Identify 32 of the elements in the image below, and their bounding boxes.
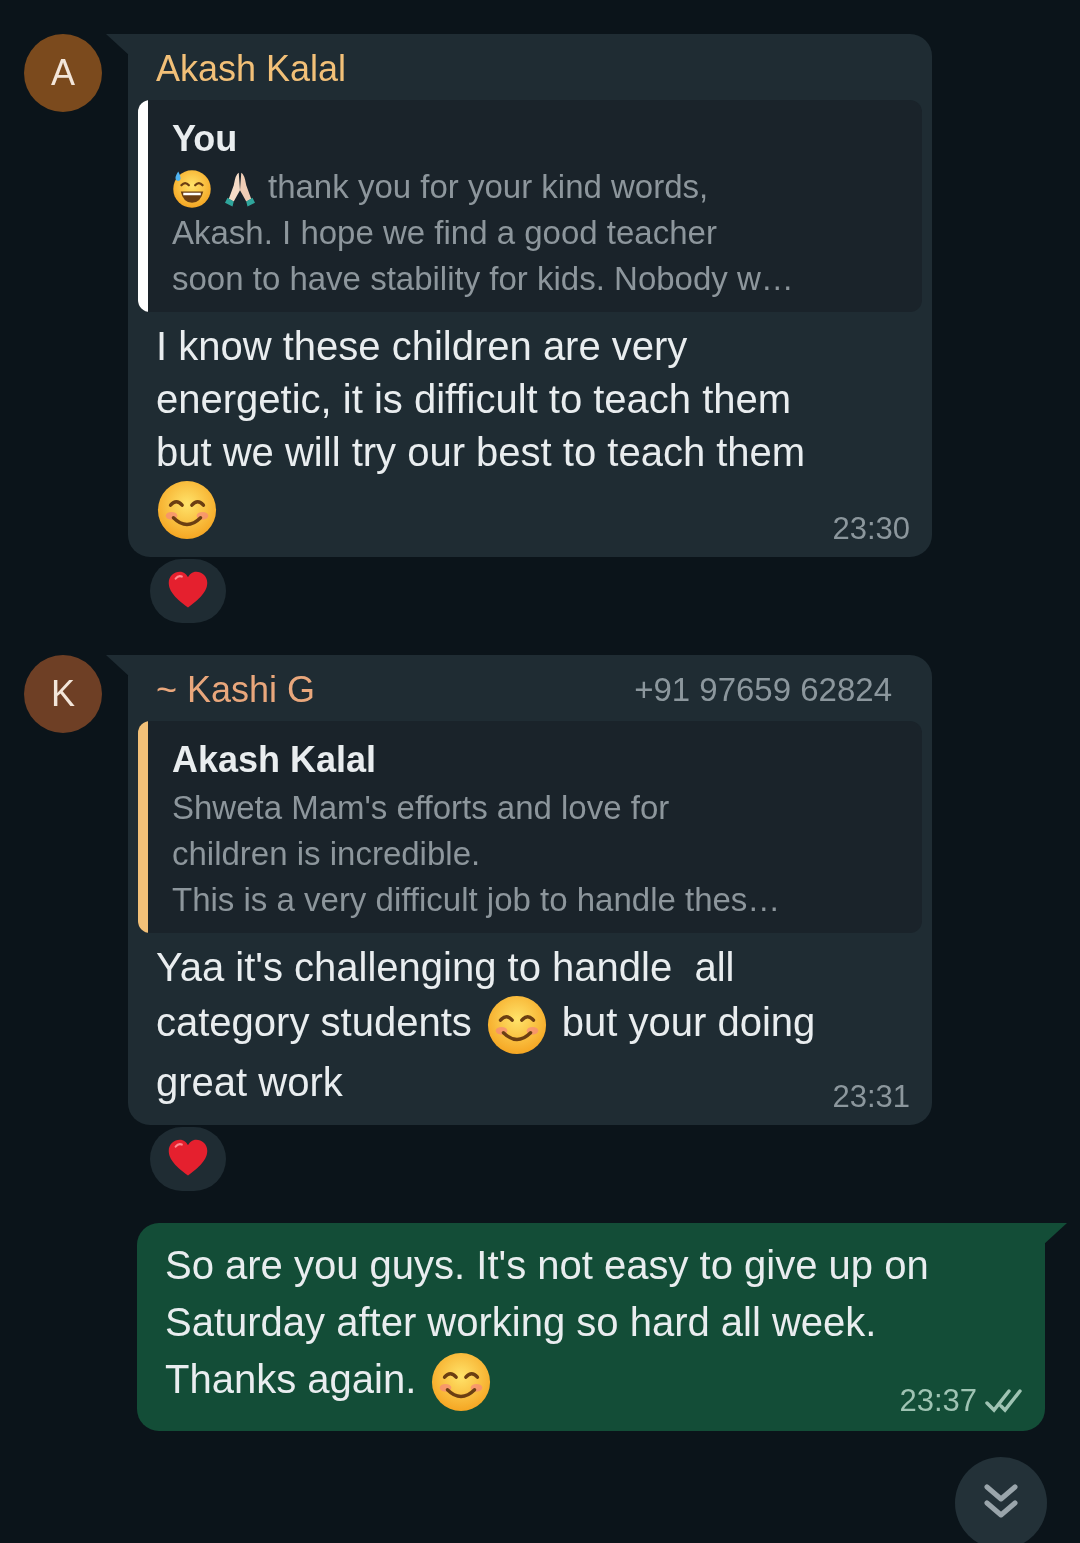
quoted-text: soon to have stability for kids. Nobody w… — [172, 260, 794, 297]
sweat-smile-icon — [172, 169, 212, 210]
avatar[interactable]: K — [24, 655, 102, 733]
smiling-face-icon — [156, 479, 218, 541]
message-text: category students — [156, 999, 472, 1044]
quoted-author: You — [172, 117, 239, 161]
sender-name[interactable]: Akash Kalal — [156, 48, 347, 90]
quoted-text: thank you for your kind words, — [268, 168, 709, 205]
message-text: but your doing — [561, 999, 816, 1044]
quoted-message[interactable]: You thank you for your kind words, Akash. I hope we find a good teacher soon to have stability for kids. Nobody w… — [138, 100, 922, 312]
quoted-message[interactable]: Akash Kalal Shweta Mam's efforts and love for children is incredible. This is a very difficult job to handle thes… — [138, 721, 922, 933]
avatar[interactable]: A — [24, 34, 102, 112]
message-text: So are you guys. It's not easy to give up on — [165, 1243, 929, 1287]
smiling-face-icon — [430, 1351, 493, 1414]
message-text: energetic, it is difficult to teach them — [156, 377, 792, 421]
timestamp: 23:30 — [832, 511, 910, 547]
message-text: Thanks again. — [165, 1357, 417, 1401]
smiling-face-icon — [485, 994, 548, 1056]
message-text: but we will try our best to teach them — [156, 430, 806, 474]
quoted-text: Shweta Mam's efforts and love for — [172, 789, 670, 826]
message-text: Yaa it's challenging to handle all — [156, 945, 735, 989]
quoted-text: Akash. I hope we find a good teacher — [172, 214, 717, 251]
sender-name[interactable]: ~ Kashi G — [156, 669, 316, 711]
message-text: great work — [156, 1060, 343, 1104]
quoted-text: This is a very difficult job to handle thes… — [172, 881, 781, 918]
timestamp: 23:37 — [899, 1383, 977, 1420]
timestamp: 23:31 — [832, 1079, 910, 1115]
phone-number: +91 97659 62824 — [634, 671, 893, 709]
quoted-text: children is incredible. — [172, 835, 481, 872]
message-text: Saturday after working so hard all week. — [165, 1300, 877, 1344]
quoted-author: Akash Kalal — [172, 738, 378, 782]
message-text: I know these children are very — [156, 324, 688, 368]
